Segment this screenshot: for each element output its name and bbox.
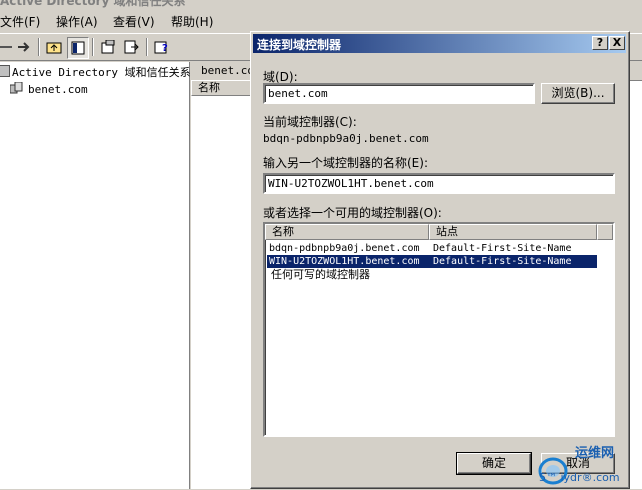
- tree-root[interactable]: Active Directory 域和信任关系: [0, 64, 191, 80]
- browse-button[interactable]: 浏览(B)...: [541, 83, 615, 104]
- dc-list[interactable]: 名称 站点 bdqn-pdbnpb9a0j.benet.com Default-…: [263, 222, 615, 437]
- domain-field[interactable]: benet.com: [263, 83, 535, 104]
- watermark-logo: 运维网 5™ iydr®.com: [535, 441, 640, 487]
- toolbar-separator: [38, 38, 40, 56]
- current-dc-label: 当前域控制器(C):: [263, 115, 357, 129]
- dialog-title: 连接到域控制器: [257, 38, 342, 52]
- ad-domains-icon: [0, 65, 10, 77]
- svg-text:?: ?: [162, 43, 168, 54]
- main-window-titlebar: Active Directory 域和信任关系: [0, 0, 642, 8]
- list-header-name[interactable]: 名称: [265, 224, 429, 240]
- watermark-text: 运维网: [575, 445, 614, 461]
- list-item[interactable]: 任何可写的域控制器: [267, 268, 597, 281]
- choose-dc-label: 或者选择一个可用的域控制器(O):: [263, 206, 442, 220]
- toolbar-separator: [146, 38, 148, 56]
- console-tree: Active Directory 域和信任关系 benet.com: [0, 62, 191, 489]
- up-folder-icon[interactable]: [44, 37, 64, 57]
- properties-icon[interactable]: [98, 37, 118, 57]
- domain-icon: [9, 81, 24, 94]
- menu-action[interactable]: 操作(A): [56, 13, 98, 30]
- ok-button[interactable]: 确定: [456, 452, 532, 475]
- dialog-titlebar: 连接到域控制器 ? X: [253, 34, 626, 53]
- current-dc-value: bdqn-pdbnpb9a0j.benet.com: [263, 132, 429, 145]
- other-dc-label: 输入另一个域控制器的名称(E):: [263, 156, 428, 170]
- toolbar-separator: [92, 38, 94, 56]
- list-item[interactable]: bdqn-pdbnpb9a0j.benet.com Default-First-…: [267, 242, 597, 255]
- menu-file[interactable]: 文件(F): [0, 13, 40, 30]
- menu-view[interactable]: 查看(V): [113, 13, 155, 30]
- other-dc-field[interactable]: WIN-U2TOZWOL1HT.benet.com: [263, 173, 615, 194]
- watermark-subtext: 5™ iydr®.com: [539, 471, 620, 484]
- column-header-name[interactable]: 名称: [191, 80, 251, 96]
- main-window-title: Active Directory 域和信任关系: [0, 0, 186, 8]
- forward-arrow-icon[interactable]: [14, 37, 34, 57]
- menu-help[interactable]: 帮助(H): [171, 13, 213, 30]
- export-list-icon[interactable]: [121, 37, 141, 57]
- help-icon[interactable]: ?: [152, 37, 172, 57]
- show-tree-icon[interactable]: [67, 37, 89, 59]
- menu-bar: 文件(F) 操作(A) 查看(V) 帮助(H): [0, 10, 642, 32]
- help-button[interactable]: ?: [592, 36, 608, 50]
- close-button[interactable]: X: [609, 36, 625, 50]
- connect-dc-dialog: 连接到域控制器 ? X 域(D): benet.com 浏览(B)... 当前域…: [250, 31, 630, 489]
- list-item-selected[interactable]: WIN-U2TOZWOL1HT.benet.com Default-First-…: [266, 254, 598, 269]
- list-header-site[interactable]: 站点: [429, 224, 597, 240]
- tree-item-domain[interactable]: benet.com: [9, 81, 88, 96]
- list-header-filler: [597, 224, 613, 240]
